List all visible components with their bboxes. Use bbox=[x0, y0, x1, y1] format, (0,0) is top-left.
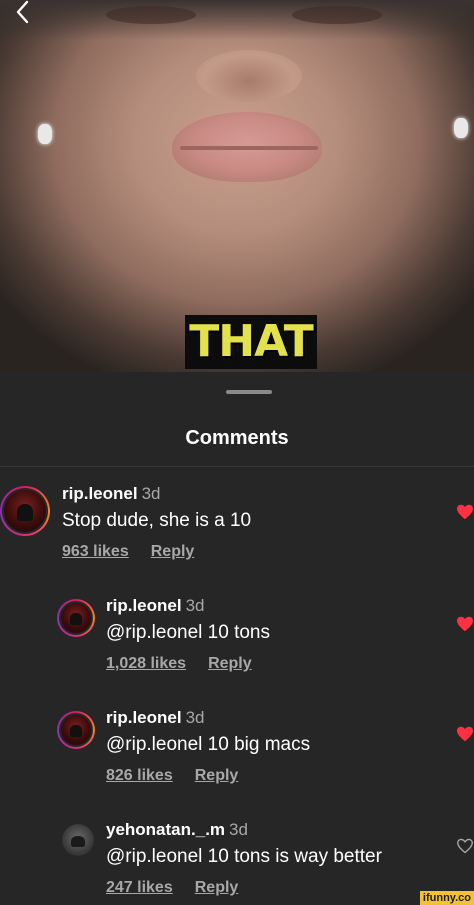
comment-time: 3d bbox=[141, 484, 161, 503]
username-text[interactable]: yehonatan._.m bbox=[106, 820, 225, 839]
comment-meta: 247 likes Reply bbox=[106, 879, 238, 897]
reply-button[interactable]: Reply bbox=[195, 879, 239, 896]
comment-text: @rip.leonel 10 tons bbox=[106, 622, 270, 643]
video-image-top bbox=[0, 0, 474, 40]
comment-text: Stop dude, she is a 10 bbox=[62, 510, 252, 531]
sheet-drag-handle[interactable] bbox=[226, 390, 272, 394]
heart-filled-icon[interactable] bbox=[456, 616, 474, 632]
comment-meta: 826 likes Reply bbox=[106, 767, 238, 785]
comment-meta: 963 likes Reply bbox=[62, 543, 194, 561]
comment-username[interactable]: rip.leonel 3d bbox=[106, 708, 205, 728]
video-image-eye-right bbox=[292, 6, 382, 24]
reply-button[interactable]: Reply bbox=[195, 767, 239, 784]
avatar[interactable] bbox=[0, 486, 50, 536]
like-count[interactable]: 963 likes bbox=[62, 543, 129, 560]
video-image-earring-left bbox=[38, 124, 52, 144]
comment-meta: 1,028 likes Reply bbox=[106, 655, 252, 673]
like-count[interactable]: 826 likes bbox=[106, 767, 173, 784]
comment-time: 3d bbox=[185, 708, 205, 727]
comment-time: 3d bbox=[185, 596, 205, 615]
username-text[interactable]: rip.leonel bbox=[106, 596, 182, 615]
comment-username[interactable]: rip.leonel 3d bbox=[62, 484, 161, 504]
video-image-eye-left bbox=[106, 6, 196, 24]
watermark: ifunny.co bbox=[419, 891, 474, 905]
video-image-lipline bbox=[180, 146, 318, 150]
divider bbox=[0, 466, 474, 467]
comment-username[interactable]: rip.leonel 3d bbox=[106, 596, 205, 616]
comment-username[interactable]: yehonatan._.m 3d bbox=[106, 820, 248, 840]
username-text[interactable]: rip.leonel bbox=[106, 708, 182, 727]
heart-outline-icon[interactable] bbox=[456, 838, 474, 854]
avatar[interactable] bbox=[57, 599, 95, 637]
video-image-earring-right bbox=[454, 118, 468, 138]
username-text[interactable]: rip.leonel bbox=[62, 484, 138, 503]
comments-sheet: Comments rip.leonel 3d Stop dude, she is … bbox=[0, 372, 474, 905]
avatar[interactable] bbox=[62, 824, 94, 856]
comment-text: @rip.leonel 10 big macs bbox=[106, 734, 311, 755]
avatar[interactable] bbox=[57, 711, 95, 749]
like-count[interactable]: 247 likes bbox=[106, 879, 173, 896]
video-frame[interactable]: THAT bbox=[0, 0, 474, 372]
sheet-title: Comments bbox=[185, 427, 289, 449]
chevron-left-icon[interactable] bbox=[12, 0, 36, 24]
comment-text: @rip.leonel 10 tons is way better bbox=[106, 846, 382, 867]
like-count[interactable]: 1,028 likes bbox=[106, 655, 186, 672]
video-image-nose bbox=[196, 50, 302, 102]
video-caption: THAT bbox=[185, 315, 317, 369]
heart-filled-icon[interactable] bbox=[456, 726, 474, 742]
comment-time: 3d bbox=[229, 820, 248, 839]
heart-filled-icon[interactable] bbox=[456, 504, 474, 520]
reply-button[interactable]: Reply bbox=[151, 543, 195, 560]
reply-button[interactable]: Reply bbox=[208, 655, 252, 672]
